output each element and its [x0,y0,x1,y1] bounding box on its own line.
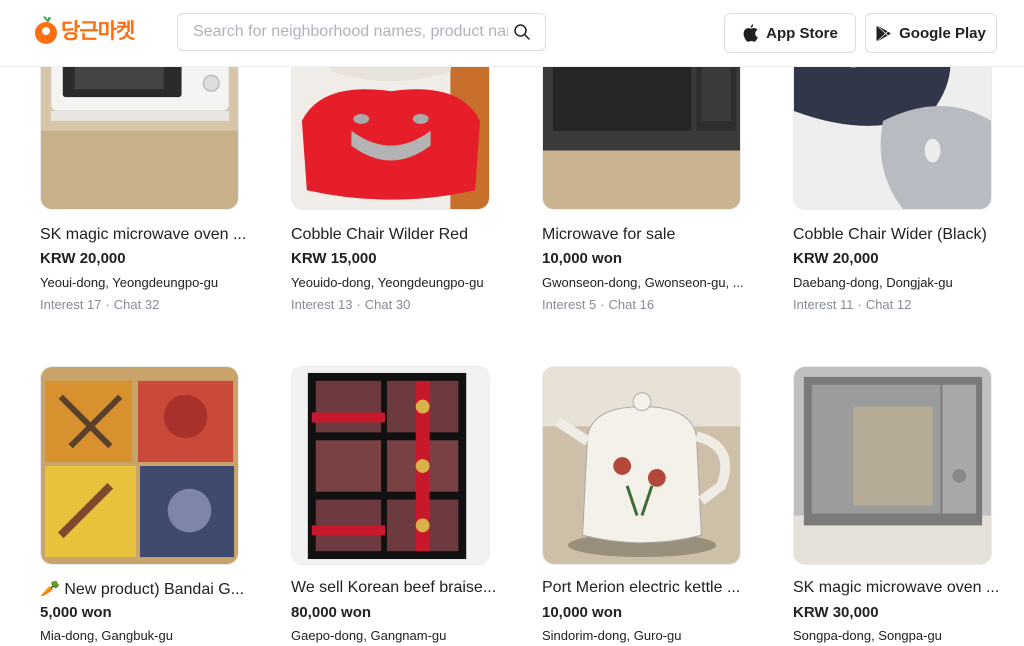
logo[interactable]: 당근마켓 [34,14,135,46]
chat-count: Chat 30 [364,297,411,312]
product-price: 10,000 won [542,250,623,267]
product-title[interactable]: Microwave for sale [542,226,752,244]
product-title[interactable]: Port Merion electric kettle ... [542,579,752,597]
product-image[interactable] [793,366,992,565]
product-counts: Interest 5 · Chat 16 [542,297,655,312]
search-input[interactable] [178,14,508,50]
apple-icon [743,24,758,42]
search-icon[interactable] [513,23,531,41]
google-play-label: Google Play [899,24,986,42]
product-counts: Interest 11 · Chat 12 [793,297,912,312]
product-title[interactable]: 🥕 New product) Bandai G... [40,579,250,599]
product-region: Yeoui-dong, Yeongdeungpo-gu [40,275,219,290]
product-image[interactable] [542,366,741,565]
product-counts: Interest 13 · Chat 30 [291,297,411,312]
interest-count: Interest 13 [291,297,353,312]
interest-count: Interest 11 [793,297,854,312]
chat-count: Chat 12 [865,297,912,312]
product-title[interactable]: SK magic microwave oven ... [793,579,1003,597]
product-region: Daebang-dong, Dongjak-gu [793,275,953,290]
product-grid: SK magic microwave oven ... KRW 20,000 Y… [0,0,1024,646]
product-price: 80,000 won [291,604,372,621]
interest-count: Interest 5 [542,297,597,312]
product-title[interactable]: SK magic microwave oven ... [40,226,250,244]
product-price: KRW 30,000 [793,604,879,621]
top-header: 당근마켓 App Store Google Play [0,0,1024,66]
chat-count: Chat 32 [113,297,160,312]
product-price: KRW 20,000 [40,250,126,267]
product-region: Gaepo-dong, Gangnam-gu [291,628,447,643]
product-title[interactable]: Cobble Chair Wilder Red [291,226,501,244]
carrot-logo-icon [34,15,58,45]
product-region: Gwonseon-dong, Gwonseon-gu, ... [542,275,744,290]
product-region: Sindorim-dong, Guro-gu [542,628,682,643]
product-image[interactable] [291,366,490,565]
chat-count: Chat 16 [608,297,655,312]
product-price: 5,000 won [40,604,112,621]
interest-count: Interest 17 [40,297,102,312]
product-title[interactable]: We sell Korean beef braise... [291,579,501,597]
product-title[interactable]: Cobble Chair Wider (Black) [793,226,1003,244]
search-bar[interactable] [177,13,546,51]
google-play-button[interactable]: Google Play [865,13,997,53]
logo-text: 당근마켓 [61,19,135,43]
app-store-button[interactable]: App Store [724,13,856,53]
app-store-label: App Store [766,24,838,42]
product-counts: Interest 17 · Chat 32 [40,297,160,312]
product-region: Mia-dong, Gangbuk-gu [40,628,173,643]
product-image[interactable] [40,366,239,565]
product-price: 10,000 won [542,604,623,621]
google-play-icon [876,25,891,41]
product-region: Yeouido-dong, Yeongdeungpo-gu [291,275,484,290]
product-region: Songpa-dong, Songpa-gu [793,628,942,643]
product-price: KRW 15,000 [291,250,377,267]
product-price: KRW 20,000 [793,250,879,267]
